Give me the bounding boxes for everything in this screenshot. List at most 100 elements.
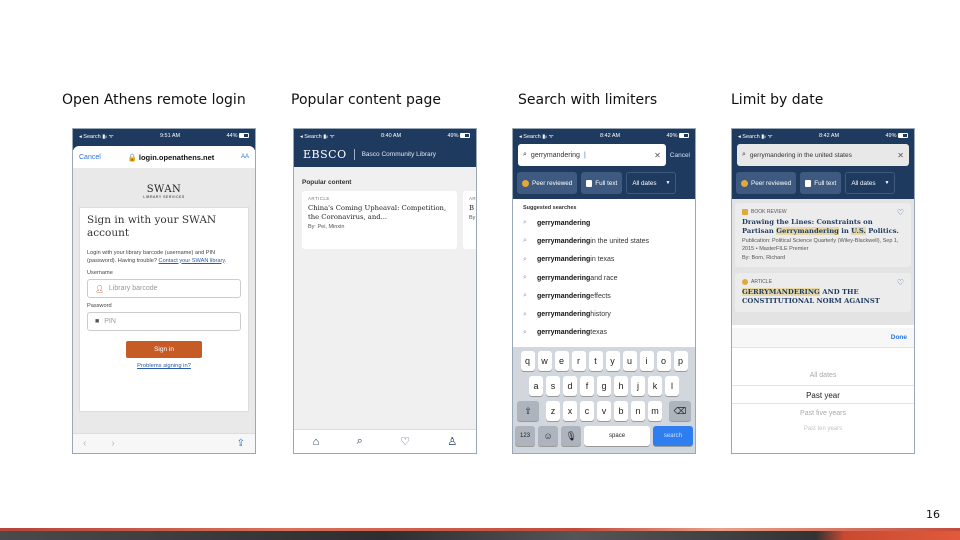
favorite-heart-icon[interactable]: ♡ [897, 278, 904, 287]
cancel-button[interactable]: Cancel [670, 152, 690, 159]
key-s[interactable]: s [546, 376, 560, 396]
signin-heading: Sign in with your SWAN account [87, 214, 217, 239]
key-a[interactable]: a [529, 376, 543, 396]
key-d[interactable]: d [563, 376, 577, 396]
ios-keyboard: qwertyuiop asdfghjkl ⇧ zxcvbnm ⌫ 123 ☺ 🎙… [513, 347, 695, 453]
date-dropdown[interactable]: All dates ▼ [845, 172, 896, 194]
section-title: Popular content [302, 179, 352, 186]
key-y[interactable]: y [605, 351, 620, 371]
battery-icon [679, 132, 689, 138]
clear-icon[interactable]: ✕ [897, 151, 904, 160]
key-u[interactable]: u [622, 351, 637, 371]
suggestion-item[interactable]: ⌕ gerrymandering history [513, 305, 695, 323]
key-m[interactable]: m [648, 401, 662, 421]
share-icon[interactable]: ⇪ [237, 438, 245, 449]
numbers-key[interactable]: 123 [515, 426, 536, 446]
suggestion-item[interactable]: ⌕ gerrymandering texas [513, 324, 695, 342]
key-w[interactable]: w [537, 351, 552, 371]
suggestion-item[interactable]: ⌕ gerrymandering in the united states [513, 232, 695, 250]
search-key[interactable]: search [652, 426, 693, 446]
peer-reviewed-chip[interactable]: Peer reviewed [517, 172, 578, 194]
result-title[interactable]: GERRYMANDERING AND THE CONSTITUTIONAL NO… [742, 288, 904, 306]
home-icon[interactable]: ⌂ [313, 436, 320, 448]
backspace-key[interactable]: ⌫ [669, 401, 691, 421]
library-name: Basco Community Library [361, 151, 437, 158]
account-icon[interactable]: ♙ [447, 435, 457, 448]
cancel-button[interactable]: Cancel [79, 154, 101, 161]
book-review-icon [742, 209, 748, 215]
key-q[interactable]: q [520, 351, 535, 371]
key-c[interactable]: c [580, 401, 594, 421]
password-input[interactable]: ■ PIN [87, 312, 241, 331]
emoji-key[interactable]: ☺ [538, 426, 559, 446]
key-p[interactable]: p [673, 351, 688, 371]
text-size-button[interactable]: AA [241, 154, 249, 160]
shift-key[interactable]: ⇧ [517, 401, 539, 421]
favorite-heart-icon[interactable]: ♡ [897, 208, 904, 217]
key-i[interactable]: i [639, 351, 654, 371]
key-l[interactable]: l [665, 376, 679, 396]
done-button[interactable]: Done [891, 334, 907, 341]
peer-reviewed-chip[interactable]: Peer reviewed [736, 172, 797, 194]
contact-library-link[interactable]: Contact your SWAN library [159, 258, 225, 264]
safari-url-bar: Cancel 🔒 login.openathens.net AA [73, 146, 255, 168]
key-g[interactable]: g [597, 376, 611, 396]
sign-in-button[interactable]: Sign in [126, 341, 202, 358]
key-e[interactable]: e [554, 351, 569, 371]
microphone-key[interactable]: 🎙︎ [561, 426, 582, 446]
suggestion-list: ⌕ gerrymandering ⌕ gerrymandering in the un… [513, 214, 695, 342]
key-r[interactable]: r [571, 351, 586, 371]
forward-icon[interactable]: › [111, 438, 114, 449]
password-label: Password [87, 303, 112, 309]
search-icon: ⌕ [523, 274, 527, 282]
article-card[interactable]: AR B By [463, 191, 476, 249]
key-n[interactable]: n [631, 401, 645, 421]
search-input[interactable]: ⌕ gerrymandering | ✕ [518, 144, 666, 166]
key-z[interactable]: z [546, 401, 560, 421]
phone-limit-by-date: ◂ Search ▮ᵢₗ ᯤ 8:42 AM 49% ⌕ gerrymander… [731, 128, 915, 454]
result-title[interactable]: Drawing the Lines: Constraints on Partis… [742, 218, 904, 236]
username-input[interactable]: 👤︎ Library barcode [87, 279, 241, 298]
document-icon [805, 179, 812, 187]
brand-bar: EBSCO Basco Community Library [294, 142, 476, 167]
battery-icon [239, 132, 249, 138]
heart-icon[interactable]: ♡ [400, 435, 410, 448]
status-bar: ◂ Search ▮ᵢₗ ᯤ 8:42 AM 49% [513, 129, 695, 142]
suggestion-item[interactable]: ⌕ gerrymandering and race [513, 269, 695, 287]
caption-open-athens: Open Athens remote login [62, 92, 246, 108]
result-card[interactable]: BOOK REVIEW ♡ Drawing the Lines: Constra… [735, 203, 911, 267]
article-card[interactable]: ARTICLE China's Coming Upheaval: Competi… [302, 191, 457, 249]
key-v[interactable]: v [597, 401, 611, 421]
clear-icon[interactable]: ✕ [654, 151, 661, 160]
suggestion-item[interactable]: ⌕ gerrymandering effects [513, 287, 695, 305]
problems-signing-in-link[interactable]: Problems signing in? [87, 363, 241, 369]
result-card[interactable]: ARTICLE ♡ GERRYMANDERING AND THE CONSTIT… [735, 273, 911, 312]
date-option[interactable]: All dates [732, 366, 914, 385]
suggestion-item[interactable]: ⌕ gerrymandering in texas [513, 251, 695, 269]
status-battery: 44% [226, 133, 249, 139]
space-key[interactable]: space [584, 426, 650, 446]
ebsco-logo: EBSCO [303, 148, 347, 161]
key-t[interactable]: t [588, 351, 603, 371]
status-bar: ◂ Search ▮ᵢₗ ᯤ 8:42 AM 49% [732, 129, 914, 142]
date-option[interactable]: Past ten years [732, 423, 914, 435]
date-option[interactable]: Past five years [732, 404, 914, 423]
date-picker-sheet: Done All dates Past year Past five years… [732, 328, 914, 453]
full-text-chip[interactable]: Full text [581, 172, 623, 194]
search-icon[interactable]: ⌕ [357, 435, 363, 448]
key-f[interactable]: f [580, 376, 594, 396]
key-j[interactable]: j [631, 376, 645, 396]
search-input[interactable]: ⌕ gerrymandering in the united states ✕ [737, 144, 909, 166]
result-publication: Publication: Political Science Quarterly… [742, 238, 899, 252]
key-o[interactable]: o [656, 351, 671, 371]
date-option-selected[interactable]: Past year [732, 385, 914, 404]
key-x[interactable]: x [563, 401, 577, 421]
url-display[interactable]: 🔒 login.openathens.net [127, 153, 214, 162]
key-b[interactable]: b [614, 401, 628, 421]
suggestion-item[interactable]: ⌕ gerrymandering [513, 214, 695, 232]
date-dropdown[interactable]: All dates ▼ [626, 172, 677, 194]
key-h[interactable]: h [614, 376, 628, 396]
back-icon[interactable]: ‹ [83, 438, 86, 449]
key-k[interactable]: k [648, 376, 662, 396]
full-text-chip[interactable]: Full text [800, 172, 842, 194]
